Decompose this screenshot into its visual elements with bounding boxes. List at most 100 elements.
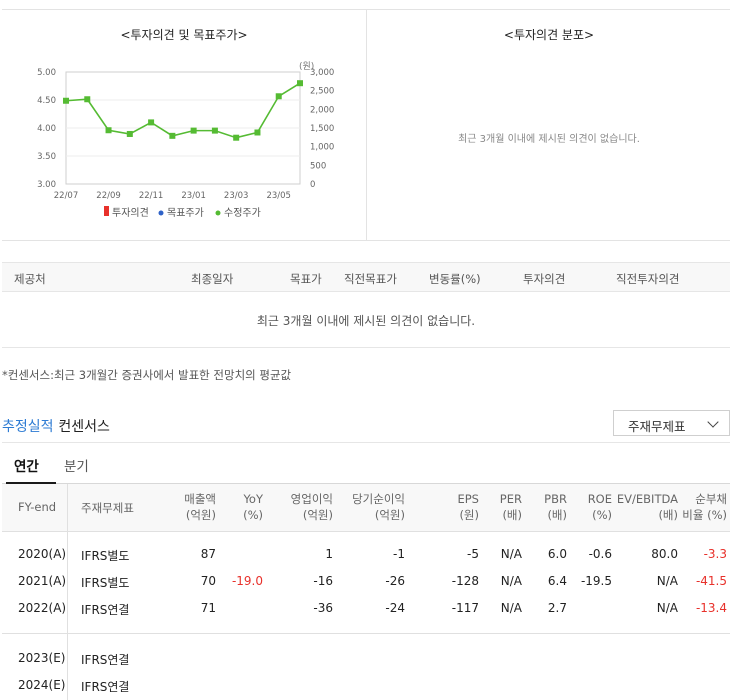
right-axis-tick: 500 [310,161,326,171]
left-axis-tick: 3.50 [37,152,56,162]
adjusted-price-point [233,134,240,141]
hdr-per: PER (배) [500,491,522,523]
x-axis-tick: 22/09 [96,191,121,201]
header-line: (%) [243,508,263,522]
tab-annual[interactable]: 연간 [14,455,39,475]
header-line: EV/EBITDA [616,492,678,506]
table-cell: -117 [451,601,479,615]
x-axis-tick: 22/07 [54,191,79,201]
table-row: 2022(A) IFRS연결 71 -36 -24 -117 N/A 2.7 N/A -13.4 [2,595,730,622]
adjusted-price-point [63,97,69,104]
table-cell: -5 [467,547,479,561]
left-axis-tick: 4.00 [37,124,56,134]
hdr-eps: EPS (원) [457,491,479,523]
header-line: (배) [502,508,522,522]
header-line: (배) [547,508,567,522]
header-line: FY-end [18,500,57,514]
table-cell: 1 [325,547,333,561]
col-provider: 제공처 [14,272,46,286]
table-cell: -3.3 [703,547,727,561]
table-cell: 2024(E) [18,678,66,692]
adjusted-price-point [105,127,112,134]
right-axis-tick: 0 [310,180,315,190]
table-cell: -19.5 [580,574,612,588]
header-line: 주재무제표 [81,501,134,515]
header-line: 순부채 [695,492,727,506]
adjusted-price-point [190,127,197,134]
hdr-op-income: 영업이익 (억원) [291,491,333,523]
legend-label: 수정주가 [224,207,261,219]
table-cell: 70 [200,574,216,588]
table-row: 2024(E) IFRS연결 [2,672,730,699]
header-line: (억원) [302,508,333,522]
right-axis-tick: 1,000 [310,143,334,153]
table-cell: N/A [500,601,522,615]
hdr-net-income: 당기순이익 (억원) [352,491,405,523]
hdr-ev-ebitda: EV/EBITDA (배) [617,491,678,523]
period-tabs: 연간 분기 [2,442,730,484]
col-change-rate: 변동률(%) [429,272,481,286]
table-cell: 2023(E) [18,651,66,665]
table-cell: 2020(A) [18,547,67,561]
table-cell: 2.7 [547,601,567,615]
col-opinion: 투자의견 [523,272,566,286]
table-cell: IFRS연결 [81,603,130,617]
estimate-separator [2,633,730,634]
table-cell: 2022(A) [18,601,67,615]
table-row: 2020(A) IFRS별도 87 1 -1 -5 N/A 6.0 -0.6 80.0 -3.3 [2,541,730,568]
legend-marker [158,210,164,216]
legend-label: 목표주가 [167,207,204,219]
financial-table-header: FY-end 주재무제표 매출액 (억원) YoY (%) 영업이익 (억원) 당기순이익 (억원… [2,484,730,532]
table-cell: -16 [313,574,333,588]
panel-divider [366,10,367,240]
header-line: (배) [658,508,678,522]
hdr-statement: 주재무제표 [81,500,134,516]
left-axis-tick: 4.50 [37,96,56,106]
opinion-distribution-title: <투자의견 분포> [503,28,595,42]
statement-type-select[interactable]: 주재무제표 [613,410,730,436]
adjusted-price-point [84,96,91,103]
left-axis-tick: 3.00 [37,180,56,190]
table-cell: 87 [200,547,216,561]
opinion-table-header: 제공처 최종일자 목표가 직전목표가 변동률(%) 투자의견 직전투자의견 [2,262,730,292]
header-line: YoY [243,492,263,506]
adjusted-price-point [275,93,282,100]
section-title-highlight: 추정실적 [2,419,54,435]
hdr-revenue: 매출액 (억원) [184,491,216,523]
table-cell: 2021(A) [18,574,67,588]
table-cell: IFRS연결 [81,680,130,694]
header-line: (억원) [185,508,216,522]
col-prev-target: 직전목표가 [344,272,397,286]
adjusted-price-point [211,127,218,134]
header-line: (%) [592,508,612,522]
header-line: 비율 (%) [682,508,727,522]
adjusted-price-point [126,130,133,137]
table-cell: IFRS연결 [81,653,130,667]
header-line: 당기순이익 [352,492,405,506]
hdr-yoy: YoY (%) [243,491,263,523]
table-cell: -128 [451,574,479,588]
tab-quarterly[interactable]: 분기 [64,455,89,475]
adjusted-price-point [254,129,261,136]
adjusted-price-point [169,132,176,139]
select-value: 주재무제표 [628,419,686,434]
table-cell: -26 [385,574,405,588]
opinion-table-empty: 최근 3개월 이내에 제시된 의견이 없습니다. [2,292,730,348]
x-axis-tick: 22/11 [139,191,164,201]
hdr-fy-end: FY-end [18,500,56,514]
table-cell: IFRS별도 [81,576,130,590]
x-axis-tick: 23/03 [224,191,249,201]
table-cell: -1 [393,547,405,561]
consensus-footnote: *컨센서스:최근 3개월간 증권사에서 발표한 전망치의 평균값 [2,368,292,382]
table-cell: N/A [500,547,522,561]
x-axis-tick: 23/01 [181,191,206,201]
right-axis-tick: 2,500 [310,87,334,97]
adjusted-price-point [297,80,303,87]
table-cell: -36 [313,601,333,615]
legend-marker-opinion [104,206,109,216]
section-title-rest: 컨센서스 [58,419,110,435]
legend-label: 투자의견 [112,207,149,219]
table-cell: N/A [500,574,522,588]
hdr-roe: ROE (%) [588,491,612,523]
x-axis-tick: 23/05 [266,191,291,201]
